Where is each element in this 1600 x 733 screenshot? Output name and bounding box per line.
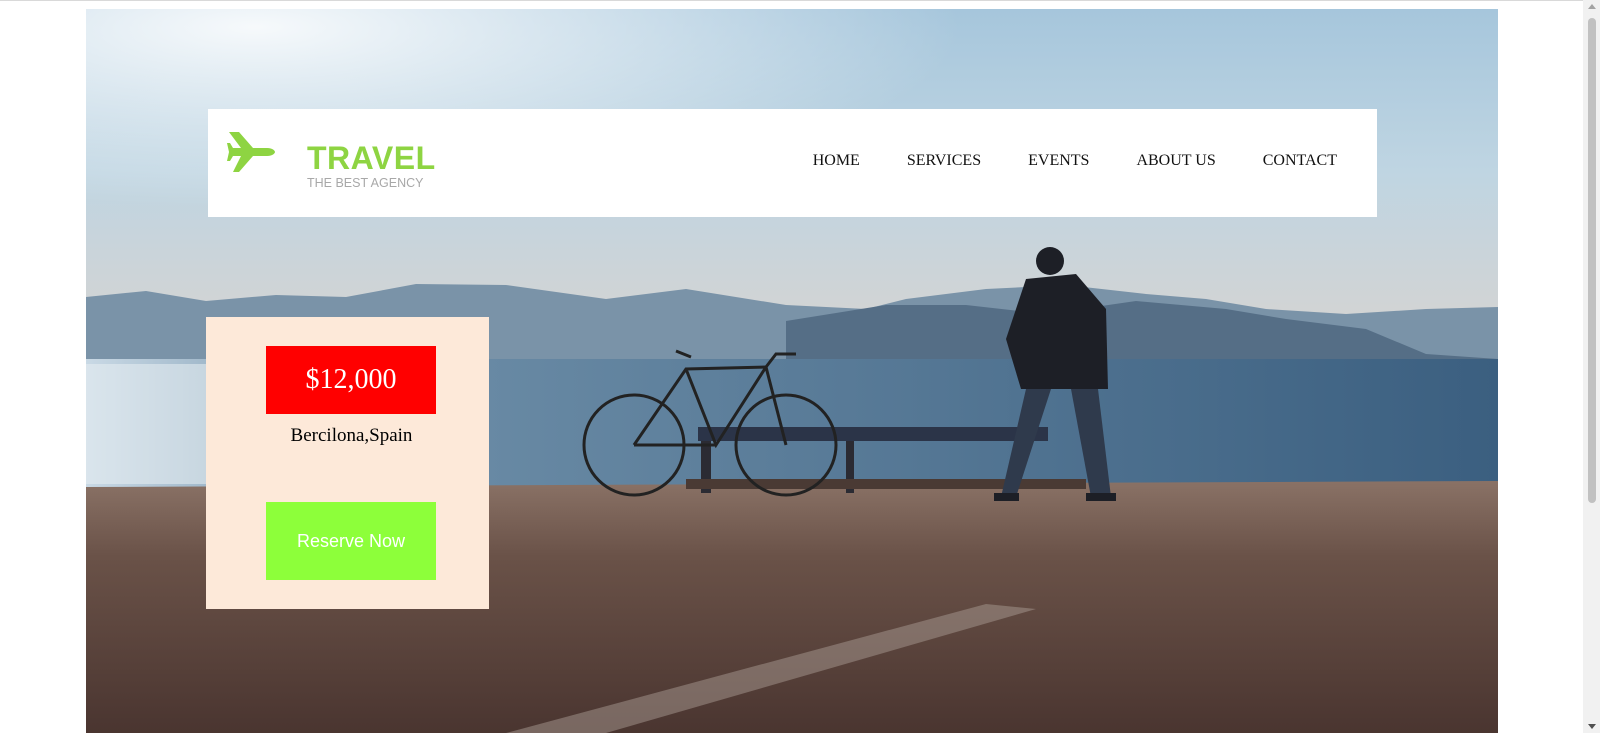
reserve-now-button[interactable]: Reserve Now bbox=[266, 502, 436, 580]
scroll-down-arrow-icon[interactable] bbox=[1588, 724, 1596, 729]
price-badge: $12,000 bbox=[266, 346, 436, 414]
nav-services[interactable]: SERVICES bbox=[907, 153, 981, 169]
logo[interactable]: TRAVEL THE BEST AGENCY bbox=[227, 126, 435, 189]
site-header: TRAVEL THE BEST AGENCY HOME SERVICES EVE… bbox=[208, 109, 1377, 217]
brand-name: TRAVEL bbox=[307, 140, 436, 176]
airplane-icon bbox=[227, 132, 275, 172]
vertical-scrollbar[interactable] bbox=[1583, 0, 1600, 733]
nav-about-us[interactable]: ABOUT US bbox=[1136, 153, 1215, 169]
scroll-up-arrow-icon[interactable] bbox=[1588, 4, 1596, 9]
scrollbar-thumb[interactable] bbox=[1588, 18, 1596, 503]
browser-top-edge bbox=[0, 0, 1583, 1]
destination-label: Bercilona,Spain bbox=[290, 425, 413, 446]
nav-contact[interactable]: CONTACT bbox=[1263, 153, 1337, 169]
nav-events[interactable]: EVENTS bbox=[1028, 153, 1089, 169]
brand-tagline: THE BEST AGENCY bbox=[307, 176, 424, 190]
nav-home[interactable]: HOME bbox=[813, 153, 860, 169]
offer-card: $12,000 Bercilona,Spain Reserve Now bbox=[206, 317, 489, 609]
main-menu: HOME SERVICES EVENTS ABOUT US CONTACT bbox=[766, 153, 1337, 169]
